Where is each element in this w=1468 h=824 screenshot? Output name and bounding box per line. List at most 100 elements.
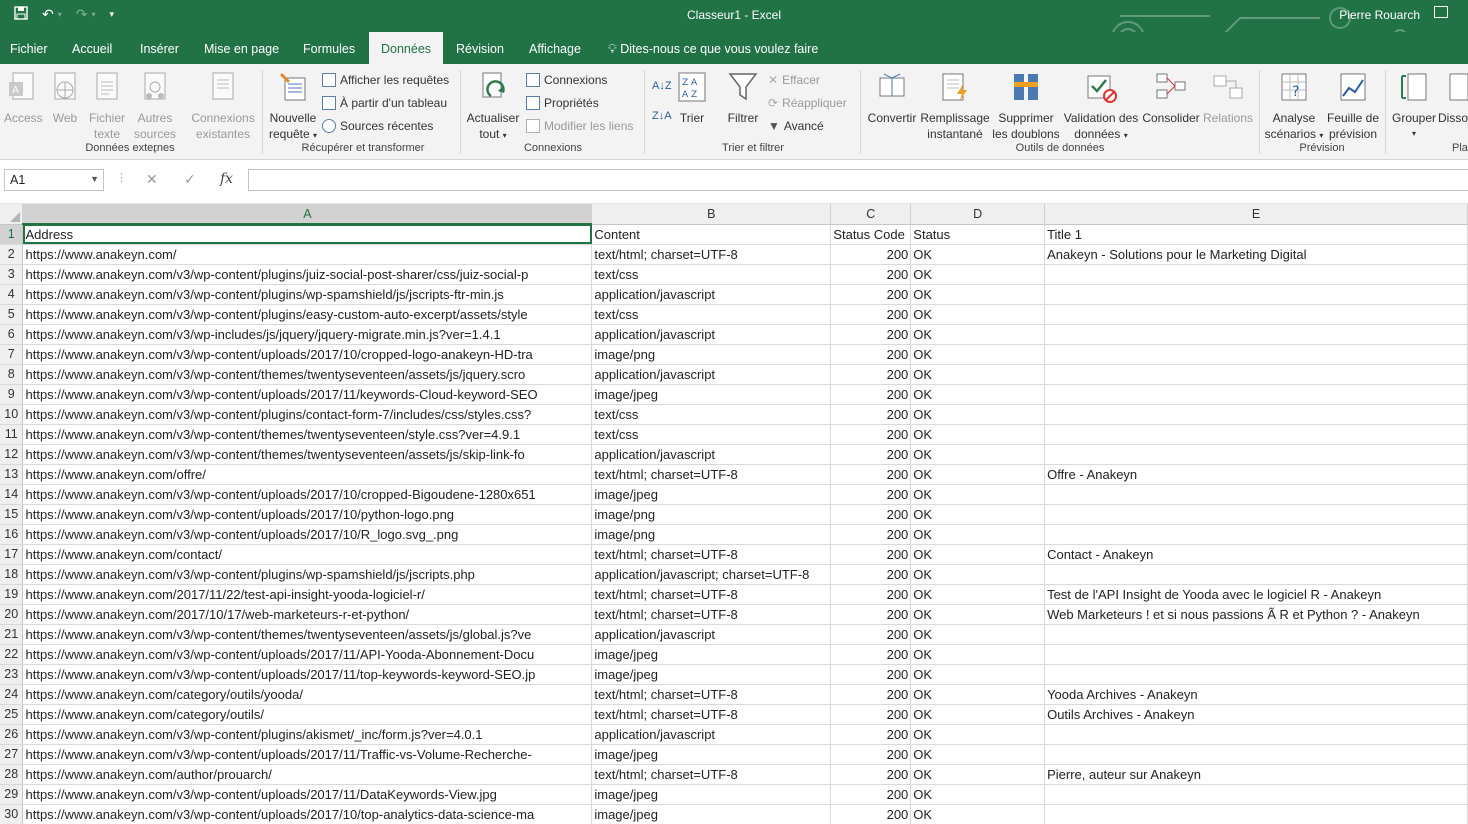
group-button[interactable]: Grouper ▾ [1388, 70, 1440, 142]
cell-a[interactable]: https://www.anakeyn.com/author/prouarch/ [22, 764, 593, 785]
formula-input[interactable] [248, 169, 1468, 191]
cell-b[interactable]: application/javascript [591, 284, 832, 305]
cell-c[interactable]: 200 [830, 524, 912, 545]
row-header[interactable]: 1 [0, 224, 24, 245]
cell-b[interactable]: image/jpeg [591, 484, 832, 505]
tab-affichage[interactable]: Affichage [529, 32, 581, 64]
cell-c[interactable]: 200 [830, 264, 912, 285]
cell-a[interactable]: https://www.anakeyn.com/v3/wp-content/up… [22, 804, 593, 824]
recent-sources-button[interactable]: Sources récentes [322, 116, 433, 136]
cell-c[interactable]: 200 [830, 444, 912, 465]
row-header[interactable]: 9 [0, 384, 24, 405]
cell-c[interactable]: 200 [830, 404, 912, 425]
cell-c[interactable]: 200 [830, 364, 912, 385]
cell-b[interactable]: text/html; charset=UTF-8 [591, 544, 832, 565]
cell-d[interactable]: OK [910, 764, 1046, 785]
cell-a[interactable]: https://www.anakeyn.com/v3/wp-content/pl… [22, 724, 593, 745]
cell-e[interactable] [1044, 424, 1468, 445]
cell-c[interactable]: 200 [830, 724, 912, 745]
cell-b[interactable]: image/jpeg [591, 384, 832, 405]
cell-a[interactable]: https://www.anakeyn.com/v3/wp-content/pl… [22, 404, 593, 425]
tab-fichier[interactable]: Fichier [10, 32, 48, 64]
row-header[interactable]: 10 [0, 404, 24, 425]
cell-e[interactable]: Yooda Archives - Anakeyn [1044, 684, 1468, 705]
cell-c[interactable]: 200 [830, 804, 912, 824]
row-header[interactable]: 19 [0, 584, 24, 605]
cell-c[interactable]: 200 [830, 664, 912, 685]
cell-d[interactable]: OK [910, 484, 1046, 505]
cell-b[interactable]: image/png [591, 344, 832, 365]
row-header[interactable]: 13 [0, 464, 24, 485]
cell-b[interactable]: Content [591, 224, 832, 245]
row-header[interactable]: 26 [0, 724, 24, 745]
cell-e[interactable] [1044, 784, 1468, 805]
cell-e[interactable]: Pierre, auteur sur Anakeyn [1044, 764, 1468, 785]
cell-c[interactable]: 200 [830, 304, 912, 325]
cell-d[interactable]: OK [910, 684, 1046, 705]
row-header[interactable]: 23 [0, 664, 24, 685]
ungroup-button[interactable]: Disso [1438, 70, 1468, 126]
what-if-analysis-button[interactable]: ? Analyse scénarios ▾ [1262, 70, 1326, 144]
cell-b[interactable]: image/jpeg [591, 804, 832, 824]
cell-b[interactable]: text/html; charset=UTF-8 [591, 464, 832, 485]
cell-e[interactable] [1044, 344, 1468, 365]
column-header-e[interactable]: E [1044, 204, 1468, 225]
cell-e[interactable] [1044, 564, 1468, 585]
cell-e[interactable] [1044, 444, 1468, 465]
row-header[interactable]: 11 [0, 424, 24, 445]
cell-c[interactable]: 200 [830, 544, 912, 565]
cell-d[interactable]: OK [910, 584, 1046, 605]
edit-links-button[interactable]: Modifier les liens [526, 116, 633, 136]
cell-c[interactable]: 200 [830, 484, 912, 505]
cell-b[interactable]: text/html; charset=UTF-8 [591, 764, 832, 785]
cell-e[interactable]: Contact - Anakeyn [1044, 544, 1468, 565]
cell-d[interactable]: OK [910, 364, 1046, 385]
cell-d[interactable]: OK [910, 244, 1046, 265]
column-header-b[interactable]: B [591, 204, 832, 225]
cell-e[interactable] [1044, 284, 1468, 305]
cell-e[interactable] [1044, 804, 1468, 824]
cell-c[interactable]: Status Code [830, 224, 912, 245]
tab-accueil[interactable]: Accueil [72, 32, 112, 64]
cell-e[interactable]: Outils Archives - Anakeyn [1044, 704, 1468, 725]
row-header[interactable]: 27 [0, 744, 24, 765]
name-box[interactable]: A1 ▼ [4, 169, 104, 191]
cell-d[interactable]: OK [910, 304, 1046, 325]
cell-c[interactable]: 200 [830, 284, 912, 305]
row-header[interactable]: 4 [0, 284, 24, 305]
row-header[interactable]: 7 [0, 344, 24, 365]
cell-c[interactable]: 200 [830, 464, 912, 485]
cell-a[interactable]: https://www.anakeyn.com/v3/wp-content/up… [22, 344, 593, 365]
column-header-c[interactable]: C [830, 204, 912, 225]
select-all-corner[interactable] [0, 204, 24, 225]
cell-b[interactable]: text/html; charset=UTF-8 [591, 604, 832, 625]
cell-e[interactable] [1044, 504, 1468, 525]
cell-d[interactable]: OK [910, 724, 1046, 745]
cell-b[interactable]: text/css [591, 424, 832, 445]
cell-b[interactable]: image/png [591, 504, 832, 525]
cell-c[interactable]: 200 [830, 604, 912, 625]
cancel-icon[interactable]: ✕ [146, 171, 158, 188]
cell-a[interactable]: https://www.anakeyn.com/v3/wp-content/up… [22, 664, 593, 685]
cell-b[interactable]: image/png [591, 524, 832, 545]
cell-d[interactable]: OK [910, 444, 1046, 465]
cell-d[interactable]: OK [910, 644, 1046, 665]
cell-b[interactable]: text/css [591, 304, 832, 325]
cell-a[interactable]: https://www.anakeyn.com/v3/wp-content/up… [22, 484, 593, 505]
more-options-icon[interactable]: ⋮ [116, 171, 127, 184]
cell-b[interactable]: image/jpeg [591, 784, 832, 805]
cell-b[interactable]: text/html; charset=UTF-8 [591, 684, 832, 705]
cell-b[interactable]: image/jpeg [591, 744, 832, 765]
cell-d[interactable]: OK [910, 264, 1046, 285]
from-table-button[interactable]: À partir d'un tableau [322, 93, 447, 113]
cell-c[interactable]: 200 [830, 424, 912, 445]
tell-me-box[interactable]: 💡︎ Dites-nous ce que vous voulez faire [608, 32, 818, 64]
cell-e[interactable] [1044, 264, 1468, 285]
cell-e[interactable] [1044, 744, 1468, 765]
cell-d[interactable]: OK [910, 664, 1046, 685]
cell-e[interactable]: Offre - Anakeyn [1044, 464, 1468, 485]
cell-e[interactable] [1044, 364, 1468, 385]
cell-e[interactable] [1044, 524, 1468, 545]
cell-e[interactable] [1044, 384, 1468, 405]
cell-a[interactable]: https://www.anakeyn.com/v3/wp-content/up… [22, 744, 593, 765]
